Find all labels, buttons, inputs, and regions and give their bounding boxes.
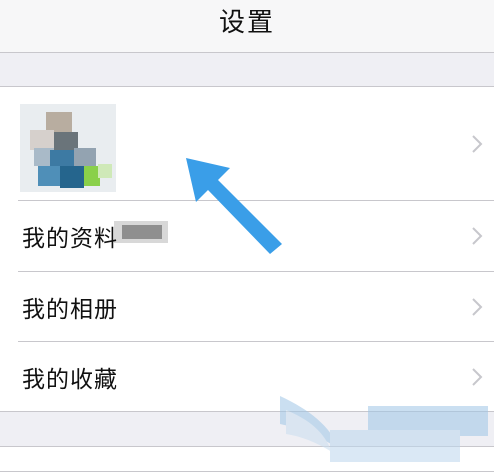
chevron-right-icon: [472, 134, 483, 153]
menu-item-my-album[interactable]: 我的相册: [0, 272, 494, 341]
arrow-annotation-icon: [186, 158, 282, 254]
avatar: [20, 104, 116, 192]
chevron-right-icon: [472, 226, 483, 245]
menu-item-label: 我的资料: [22, 225, 118, 252]
watermark-logo: [280, 396, 488, 462]
chevron-right-icon: [472, 297, 483, 316]
navigation-bar: 设置: [0, 0, 494, 53]
menu-item-label: 我的收藏: [22, 366, 118, 393]
page-title: 设置: [218, 7, 275, 38]
menu-item-label: 我的相册: [22, 296, 118, 323]
